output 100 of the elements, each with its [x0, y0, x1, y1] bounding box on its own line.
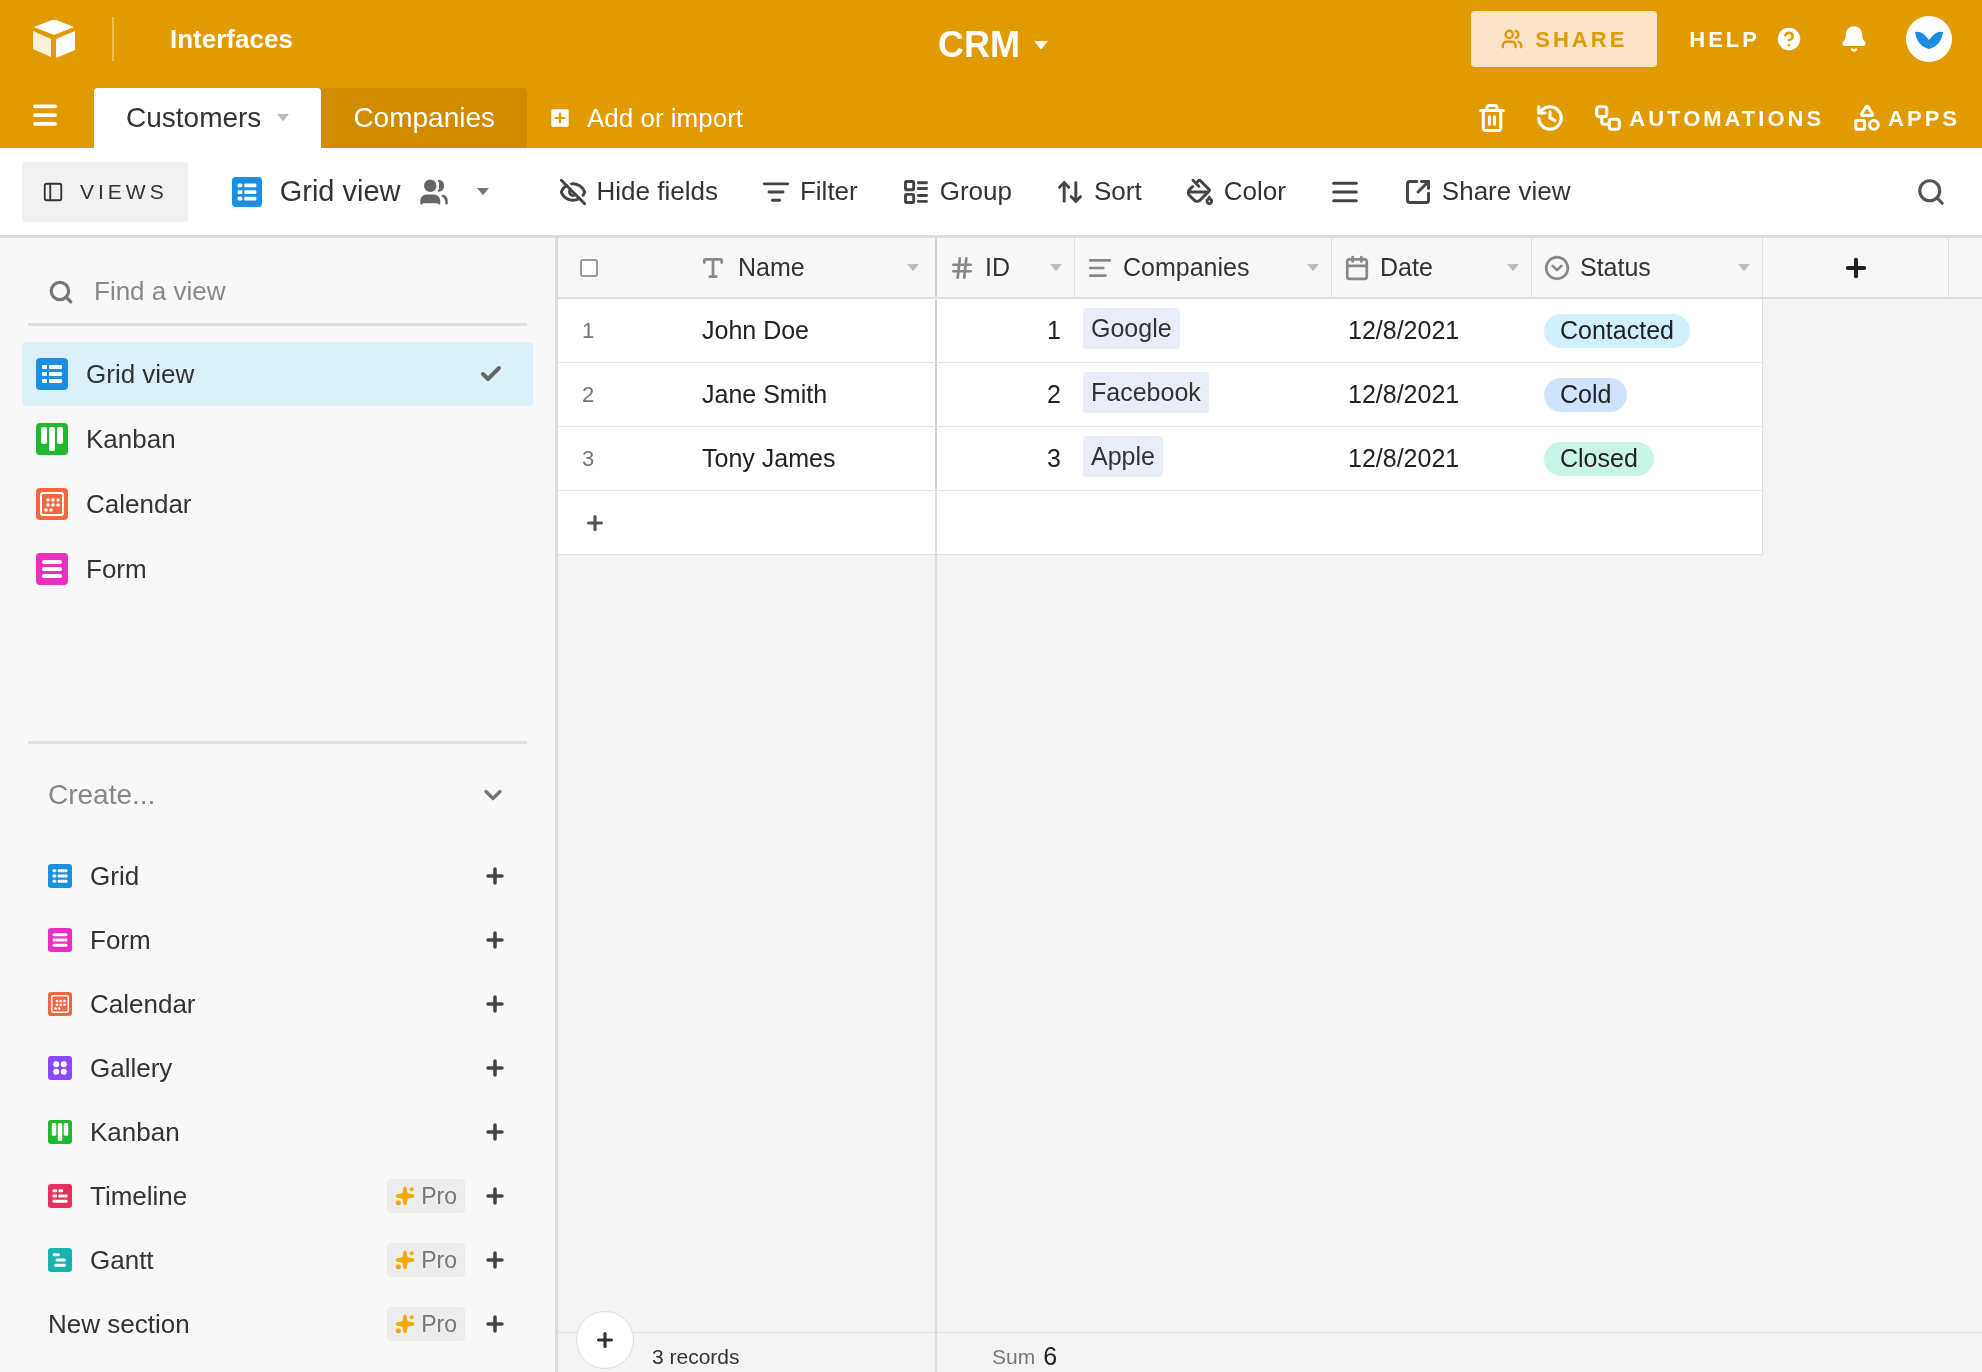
avatar[interactable]	[1906, 16, 1952, 62]
users-icon	[1501, 28, 1524, 50]
caret-icon	[907, 263, 919, 272]
table-cell-text: Jane Smith	[702, 378, 828, 410]
toolbar-button[interactable]: Color	[1185, 172, 1286, 211]
sidebar-icon	[42, 180, 64, 203]
table-cell-text: John Doe	[702, 314, 810, 346]
form-icon	[36, 553, 68, 585]
gantt-icon	[48, 1248, 72, 1272]
sparkles-icon	[395, 1250, 416, 1270]
caret-icon	[1034, 40, 1048, 50]
column-header[interactable]: Date	[1332, 238, 1532, 297]
plus-icon	[483, 1056, 507, 1080]
create-view-item[interactable]: Timeline Pro	[28, 1164, 527, 1228]
plus-icon	[483, 992, 507, 1016]
summary-label: Sum	[992, 1344, 1036, 1370]
toolbar-button[interactable]: Group	[901, 172, 1012, 211]
toolbar-button[interactable]: Share view	[1403, 172, 1571, 211]
shapes-icon	[1852, 103, 1883, 133]
table-cell-text: 1	[1047, 314, 1061, 346]
status-tag: Contacted	[1544, 313, 1690, 348]
create-view-item[interactable]: Kanban	[28, 1100, 527, 1164]
list-icon	[901, 177, 930, 206]
view-list-item[interactable]: Calendar	[22, 472, 533, 536]
calendar-icon	[36, 488, 68, 520]
sparkles-icon	[395, 1186, 416, 1206]
search-icon[interactable]	[1916, 176, 1946, 207]
plus-icon	[483, 1184, 507, 1208]
record-count: 3 records	[652, 1344, 740, 1370]
table-cell-text: 12/8/2021	[1348, 442, 1460, 474]
pro-badge: Pro	[387, 1243, 465, 1277]
plus-icon	[483, 1248, 507, 1272]
dropdown-circle-icon	[1544, 254, 1570, 281]
plus-icon	[483, 928, 507, 952]
trash-icon[interactable]	[1477, 103, 1508, 133]
status-tag: Cold	[1544, 377, 1628, 412]
status-tag: Closed	[1544, 441, 1654, 476]
history-icon[interactable]	[1535, 103, 1566, 133]
hash-icon	[949, 254, 975, 281]
pro-badge: Pro	[387, 1307, 465, 1341]
row-number: 2	[582, 381, 596, 409]
create-view-item[interactable]: Gallery	[28, 1036, 527, 1100]
logo[interactable]	[30, 18, 78, 60]
plus-icon	[483, 864, 507, 888]
caret-icon	[476, 187, 489, 196]
current-view-name[interactable]: Grid view	[279, 169, 401, 214]
table-cell-text: Tony James	[702, 442, 836, 474]
summary-value: 6	[1043, 1341, 1058, 1372]
create-view-item[interactable]: Form	[28, 908, 527, 972]
calendar-icon	[48, 992, 72, 1016]
linked-record-chip[interactable]: Google	[1083, 307, 1180, 350]
grid-view-icon	[48, 864, 72, 888]
calendar-icon	[1344, 254, 1370, 281]
view-list-item[interactable]: Grid view	[22, 342, 533, 406]
paint-bucket-icon	[1185, 177, 1214, 206]
views-button[interactable]: VIEWS	[22, 161, 188, 222]
grid-view-icon	[231, 176, 262, 207]
table-tab[interactable]: Customers	[94, 88, 322, 148]
row-number: 1	[582, 317, 596, 345]
row-number: 3	[582, 445, 596, 473]
table-cell-text: 2	[1047, 378, 1061, 410]
view-list-item[interactable]: Kanban	[22, 407, 533, 471]
eye-off-icon	[558, 177, 587, 206]
toolbar-button[interactable]: Sort	[1056, 172, 1142, 211]
linked-record-chip[interactable]: Facebook	[1083, 371, 1209, 414]
linked-record-chip[interactable]: Apple	[1083, 435, 1163, 478]
timeline-icon	[48, 1184, 72, 1208]
search-field[interactable]: Find a view	[94, 272, 507, 311]
pro-badge: Pro	[387, 1179, 465, 1213]
toolbar-button[interactable]: Filter	[761, 172, 858, 211]
help-icon	[1774, 24, 1804, 54]
column-header[interactable]: Name	[558, 238, 937, 297]
caret-icon	[1507, 263, 1519, 272]
table-cell-text: 3	[1047, 442, 1061, 474]
kanban-icon	[36, 423, 68, 455]
caret-icon	[277, 114, 290, 122]
workflow-icon	[1593, 103, 1624, 133]
plus-icon	[483, 1312, 507, 1336]
caret-icon	[1307, 263, 1319, 272]
sparkles-icon	[395, 1314, 416, 1334]
select-all-checkbox[interactable]	[580, 258, 598, 277]
caret-icon	[1738, 263, 1750, 272]
toolbar-button[interactable]: Hide fields	[558, 172, 718, 211]
view-list-item[interactable]: Form	[22, 537, 533, 601]
table-cell-text: 12/8/2021	[1348, 314, 1460, 346]
column-header[interactable]: ID	[937, 238, 1075, 297]
kanban-icon	[48, 1120, 72, 1144]
column-header[interactable]: Companies	[1075, 238, 1332, 297]
create-view-item[interactable]: New section Pro	[28, 1292, 527, 1356]
gallery-icon	[48, 1056, 72, 1080]
bell-icon[interactable]	[1840, 25, 1868, 53]
grid-view-icon	[36, 358, 68, 390]
form-icon	[48, 928, 72, 952]
create-view-item[interactable]: Calendar	[28, 972, 527, 1036]
create-view-item[interactable]: Gantt Pro	[28, 1228, 527, 1292]
column-header[interactable]: Status	[1532, 238, 1763, 297]
share-icon	[1403, 177, 1432, 206]
plus-icon	[483, 1120, 507, 1144]
table-cell-text: 12/8/2021	[1348, 378, 1460, 410]
create-view-item[interactable]: Grid	[28, 844, 527, 908]
